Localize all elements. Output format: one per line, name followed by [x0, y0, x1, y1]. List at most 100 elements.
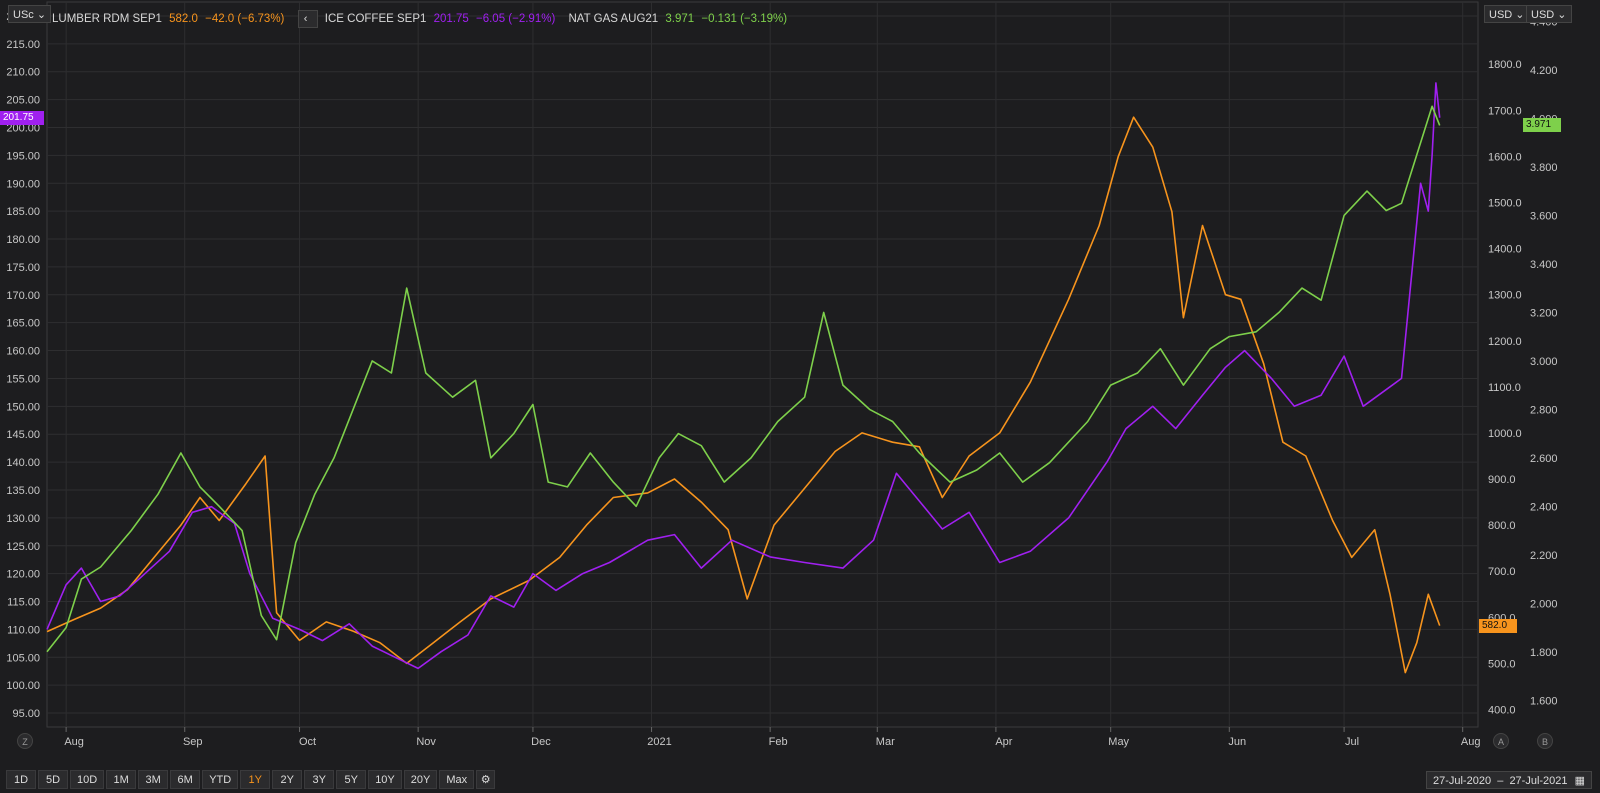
right-unit-label-2: USD [1531, 9, 1555, 21]
range-button-ytd[interactable]: YTD [202, 770, 239, 789]
legend-last-coffee: 201.75 [433, 13, 469, 26]
y-tick-label-right-1: 1200.0 [1488, 336, 1522, 348]
chart-series [46, 82, 1441, 674]
legend-last-lumber: 582.0 [169, 13, 198, 26]
y-tick-label-left: 110.00 [7, 624, 40, 636]
y-tick-label-right-1: 1300.0 [1488, 290, 1522, 302]
y-tick-label-left: 145.00 [6, 429, 40, 441]
range-button-3y[interactable]: 3Y [304, 770, 335, 789]
right-unit-selector-2[interactable]: USD ⌄ [1526, 5, 1572, 23]
natgas-last-price-tag: 3.971 [1523, 118, 1561, 133]
legend-change-natgas: −0.131 (−3.19%) [701, 13, 788, 26]
x-tick-label: Feb [769, 736, 788, 748]
y-tick-label-right-1: 700.0 [1488, 566, 1516, 578]
x-tick-label: Apr [995, 736, 1012, 748]
legend-change-lumber: −42.0 (−6.73%) [205, 13, 285, 26]
y-tick-label-left: 160.00 [6, 346, 40, 358]
range-button-3m[interactable]: 3M [138, 770, 169, 789]
x-tick-label: 2021 [647, 736, 671, 748]
range-button-max[interactable]: Max [439, 770, 475, 789]
y-tick-label-right-2: 2.400 [1530, 501, 1558, 513]
y-tick-label-right-1: 1700.0 [1488, 105, 1522, 117]
x-tick-label: Aug [1461, 736, 1481, 748]
y-tick-label-left: 190.00 [6, 178, 40, 190]
left-unit-selector[interactable]: USc ⌄ [8, 5, 52, 23]
range-button-5y[interactable]: 5Y [336, 770, 367, 789]
date-to: 27-Jul-2021 [1509, 775, 1568, 787]
y-tick-label-right-2: 3.400 [1530, 259, 1558, 271]
y-tick-label-right-1: 1000.0 [1488, 428, 1522, 440]
x-tick-label: May [1108, 736, 1129, 748]
y-tick-label-right-1: 400.0 [1488, 704, 1516, 716]
y-tick-label-left: 155.00 [6, 373, 40, 385]
legend-change-coffee: −6.05 (−2.91%) [476, 13, 556, 26]
right-unit-label-1: USD [1489, 9, 1513, 21]
right-axis-a-button[interactable]: A [1493, 733, 1509, 749]
lumber-last-price-tag: 582.0 [1479, 618, 1517, 633]
date-range-picker[interactable]: 27-Jul-2020 – 27-Jul-2021 ▦ [1425, 771, 1592, 789]
y-tick-label-right-2: 3.200 [1530, 307, 1558, 319]
y-tick-label-left: 140.00 [6, 457, 40, 469]
settings-button[interactable]: ⚙ [476, 770, 496, 789]
right-unit-selector-1[interactable]: USD ⌄ [1484, 5, 1530, 23]
chevron-down-icon: ⌄ [1515, 9, 1525, 21]
y-tick-label-left: 135.00 [6, 485, 40, 497]
x-tick-label: Jun [1228, 736, 1246, 748]
y-tick-label-right-2: 1.600 [1530, 695, 1558, 707]
y-tick-label-left: 185.00 [6, 206, 40, 218]
gear-icon: ⚙ [480, 774, 491, 786]
series-line-coffee [46, 82, 1441, 670]
coffee-last-price-tag: 201.75 [0, 110, 44, 125]
x-tick-label: Oct [299, 736, 316, 748]
range-button-1y[interactable]: 1Y [240, 770, 271, 789]
y-tick-label-left: 215.00 [6, 39, 40, 51]
date-separator: – [1497, 775, 1504, 787]
range-button-6m[interactable]: 6M [170, 770, 201, 789]
y-tick-label-right-1: 1800.0 [1488, 59, 1522, 71]
range-toolbar: 1D 5D 10D 1M 3M 6M YTD 1Y 2Y 3Y 5Y 10Y 2… [6, 770, 496, 790]
y-tick-label-left: 195.00 [6, 150, 40, 162]
y-tick-label-right-1: 1600.0 [1488, 151, 1522, 163]
range-button-5d[interactable]: 5D [38, 770, 68, 789]
calendar-icon: ▦ [1574, 775, 1585, 787]
x-tick-label: Jul [1345, 736, 1359, 748]
range-button-10d[interactable]: 10D [70, 770, 105, 789]
y-tick-label-right-2: 3.600 [1530, 210, 1558, 222]
right-axis-b-button[interactable]: B [1537, 733, 1553, 749]
legend-name-natgas: NAT GAS AUG21 [568, 13, 659, 26]
y-tick-label-right-1: 500.0 [1488, 658, 1516, 670]
date-from: 27-Jul-2020 [1432, 775, 1492, 787]
x-axis: Aug Sep Oct Nov Dec 2021 Feb Mar Apr May Jun Jul Aug [64, 727, 1480, 748]
collapse-legend-button[interactable]: ‹ [297, 10, 318, 28]
y-tick-label-right-1: 1100.0 [1488, 382, 1521, 394]
range-button-20y[interactable]: 20Y [403, 770, 438, 789]
y-tick-label-right-2: 3.800 [1530, 162, 1558, 174]
y-tick-label-left: 205.00 [6, 95, 40, 107]
y-tick-label-right-1: 1400.0 [1488, 244, 1522, 256]
range-button-10y[interactable]: 10Y [368, 770, 402, 789]
y-tick-label-left: 95.00 [12, 708, 40, 720]
range-button-2y[interactable]: 2Y [272, 770, 303, 789]
y-tick-label-right-2: 1.800 [1530, 647, 1558, 659]
left-unit-label: USc [13, 9, 34, 21]
y-tick-label-right-2: 2.600 [1530, 453, 1558, 465]
y-tick-label-right-2: 4.200 [1530, 65, 1558, 77]
y-tick-label-right-1: 1500.0 [1488, 197, 1522, 209]
legend-name-coffee: ICE COFFEE SEP1 [324, 13, 427, 26]
y-tick-label-left: 180.00 [6, 234, 40, 246]
left-axis-zoom-button[interactable]: Z [17, 733, 33, 749]
x-tick-label: Sep [183, 736, 203, 748]
x-tick-label: Mar [876, 736, 895, 748]
chevron-left-icon: ‹ [303, 13, 308, 25]
y-tick-label-right-2: 2.200 [1530, 550, 1558, 562]
y-tick-label-left: 105.00 [6, 652, 40, 664]
y-tick-label-left: 150.00 [6, 401, 40, 413]
x-tick-label: Dec [531, 736, 551, 748]
y-tick-label-left: 125.00 [6, 541, 40, 553]
range-button-1d[interactable]: 1D [6, 770, 36, 789]
y-tick-label-left: 130.00 [6, 513, 40, 525]
x-tick-label: Aug [64, 736, 84, 748]
chevron-down-icon: ⌄ [36, 9, 47, 21]
chart-canvas: 95.00 100.00 105.00 110.00 115.00 120.00 125.0… [6, 1, 1558, 748]
range-button-1m[interactable]: 1M [106, 770, 137, 789]
